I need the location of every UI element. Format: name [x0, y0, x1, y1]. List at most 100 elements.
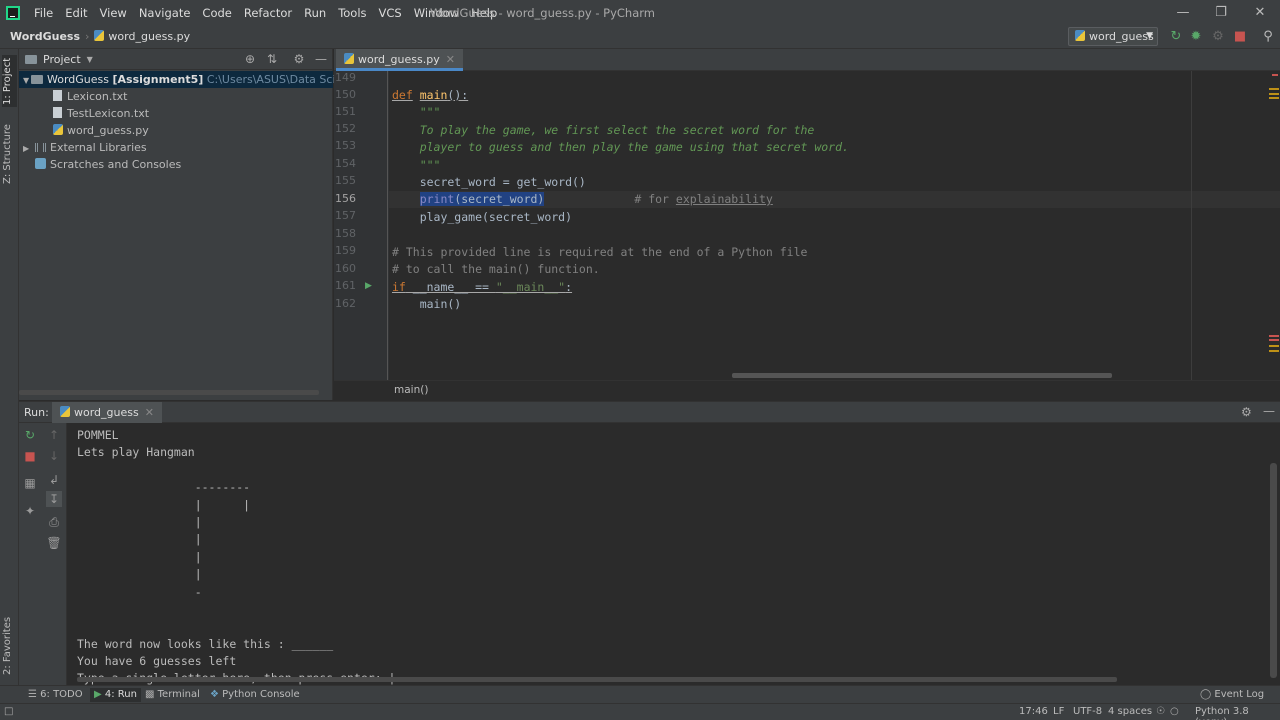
toggle-tool-windows-icon[interactable]: □: [4, 706, 13, 717]
print-icon[interactable]: ⎙: [46, 514, 62, 530]
close-tab-icon[interactable]: ✕: [446, 53, 455, 66]
close-tab-icon[interactable]: ✕: [145, 406, 154, 419]
run-config-label: word_guess: [1089, 30, 1154, 43]
run-console[interactable]: POMMEL Lets play Hangman -------- | | | …: [67, 423, 1280, 685]
tool-tab-run[interactable]: ▶ 4: Run: [90, 688, 141, 702]
menu-file[interactable]: File: [28, 6, 59, 20]
error-stripe-marker[interactable]: [1269, 335, 1279, 337]
scroll-to-end-icon[interactable]: ↧: [46, 491, 62, 507]
tree-external-libraries[interactable]: ▶ External Libraries: [23, 139, 147, 156]
code-editor[interactable]: 149 150 151 152 153 154 155 156 157 158 …: [334, 71, 1280, 380]
menu-tools[interactable]: Tools: [332, 6, 372, 20]
run-configuration-select[interactable]: word_guess ▼: [1068, 27, 1158, 46]
chevron-down-icon[interactable]: ▼: [87, 55, 93, 64]
project-view-select[interactable]: Project: [43, 53, 81, 66]
run-label: 4: Run: [104, 689, 137, 700]
breadcrumb-file-label: word_guess.py: [108, 30, 191, 43]
locate-icon[interactable]: ⊕: [243, 52, 257, 66]
scratches-label: Scratches and Consoles: [50, 158, 182, 171]
stop-icon[interactable]: ■: [22, 448, 38, 464]
run-gutter-icon[interactable]: ▶: [365, 281, 372, 291]
python-interpreter[interactable]: Python 3.8 (venv): [1195, 706, 1280, 720]
hide-panel-icon[interactable]: —: [1263, 404, 1275, 418]
tool-tab-event-log[interactable]: ◯ Event Log: [1200, 688, 1264, 702]
rerun-icon[interactable]: ↻: [22, 427, 38, 443]
close-icon[interactable]: ✕: [1243, 0, 1277, 25]
menu-vcs[interactable]: VCS: [373, 6, 408, 20]
editor-tab-bar: word_guess.py ✕: [334, 49, 1280, 71]
gear-icon[interactable]: ⚙: [292, 52, 306, 66]
caret-position[interactable]: 17:46: [1019, 706, 1048, 717]
console-hscrollbar[interactable]: [77, 677, 1117, 682]
menu-code[interactable]: Code: [196, 6, 237, 20]
restore-icon[interactable]: ❐: [1204, 0, 1238, 25]
menu-edit[interactable]: Edit: [59, 6, 93, 20]
tool-tab-terminal[interactable]: ▩ Terminal: [145, 688, 200, 702]
line-separator[interactable]: LF: [1053, 706, 1064, 717]
warning-stripe-marker[interactable]: [1269, 350, 1279, 352]
hide-panel-icon[interactable]: —: [314, 52, 328, 66]
menu-view[interactable]: View: [94, 6, 133, 20]
tab-word-guess[interactable]: word_guess.py ✕: [336, 49, 463, 71]
trash-icon[interactable]: 🗑: [46, 535, 62, 551]
line-number: 158: [335, 227, 356, 240]
project-hscrollbar[interactable]: [19, 390, 319, 395]
soft-wrap-icon[interactable]: ↲: [46, 472, 62, 488]
left-tool-stripe: 1: Project Z: Structure 2: Favorites: [0, 49, 19, 685]
console-vscrollbar[interactable]: [1270, 463, 1277, 678]
bottom-tool-bar: ☰ 6: TODO ▶ 4: Run ▩ Terminal ❖ Python C…: [0, 685, 1280, 703]
tree-file-word-guess[interactable]: word_guess.py: [53, 122, 149, 139]
menu-refactor[interactable]: Refactor: [238, 6, 298, 20]
stop-icon[interactable]: ■: [1232, 29, 1248, 45]
code-line-157: play_game(secret_word): [392, 210, 573, 224]
pin-icon[interactable]: ✦: [22, 503, 38, 519]
tool-tab-python-console[interactable]: ❖ Python Console: [210, 688, 300, 702]
breadcrumb-file[interactable]: word_guess.py: [94, 30, 190, 43]
expand-triangle-icon[interactable]: ▶: [23, 140, 35, 157]
menu-navigate[interactable]: Navigate: [133, 6, 197, 20]
tree-root-wordguess[interactable]: ▼ WordGuess [Assignment5] C:\Users\ASUS\D…: [19, 71, 401, 89]
coverage-icon[interactable]: ⚙: [1210, 29, 1226, 45]
event-log-icon: ◯: [1200, 689, 1212, 700]
minimize-icon[interactable]: —: [1166, 0, 1200, 25]
tab-favorites[interactable]: 2: Favorites: [2, 615, 17, 677]
line-number: 154: [335, 157, 356, 170]
file-encoding[interactable]: UTF-8: [1073, 706, 1102, 717]
warning-stripe-marker[interactable]: [1269, 97, 1279, 99]
tree-file-testlexicon[interactable]: TestLexicon.txt: [53, 105, 149, 122]
breadcrumb-function[interactable]: main(): [394, 384, 428, 396]
tab-structure[interactable]: Z: Structure: [2, 123, 17, 185]
expand-triangle-icon[interactable]: ▼: [19, 72, 31, 89]
error-stripe-marker[interactable]: [1272, 74, 1278, 76]
code-line-151: """: [392, 105, 441, 119]
code-line-159: # This provided line is required at the …: [392, 245, 808, 259]
selected-text: (secret_word): [454, 192, 545, 206]
debug-icon[interactable]: ✹: [1188, 29, 1204, 45]
gear-icon[interactable]: ⚙: [1241, 405, 1252, 419]
collapse-all-icon[interactable]: ⇅: [265, 52, 279, 66]
tree-scratches[interactable]: Scratches and Consoles: [35, 156, 181, 173]
run-tab-word-guess[interactable]: word_guess ✕: [52, 402, 162, 423]
warning-stripe-marker[interactable]: [1269, 93, 1279, 95]
tree-file-lexicon[interactable]: Lexicon.txt: [53, 88, 127, 105]
breadcrumb-project[interactable]: WordGuess: [10, 30, 80, 43]
error-stripe-marker[interactable]: [1269, 339, 1279, 341]
warning-stripe-marker[interactable]: [1269, 345, 1279, 347]
rerun-icon[interactable]: ↻: [1168, 29, 1184, 45]
search-icon[interactable]: ⚲: [1260, 29, 1276, 45]
run-label: Run:: [24, 406, 49, 419]
root-tag: [Assignment5]: [112, 73, 204, 86]
indent-setting[interactable]: 4 spaces: [1108, 706, 1152, 717]
root-name: WordGuess: [47, 73, 109, 86]
editor-hscrollbar[interactable]: [732, 373, 1112, 378]
lock-icon[interactable]: ☉: [1156, 706, 1165, 717]
layout-icon[interactable]: ▦: [22, 475, 38, 491]
tab-project[interactable]: 1: Project: [2, 55, 17, 107]
arrow-down-icon[interactable]: ↓: [46, 448, 62, 464]
tool-tab-todo[interactable]: ☰ 6: TODO: [28, 688, 83, 702]
menu-run[interactable]: Run: [298, 6, 332, 20]
arrow-up-icon[interactable]: ↑: [46, 427, 62, 443]
console-line: -: [77, 584, 202, 599]
warning-stripe-marker[interactable]: [1269, 88, 1279, 90]
